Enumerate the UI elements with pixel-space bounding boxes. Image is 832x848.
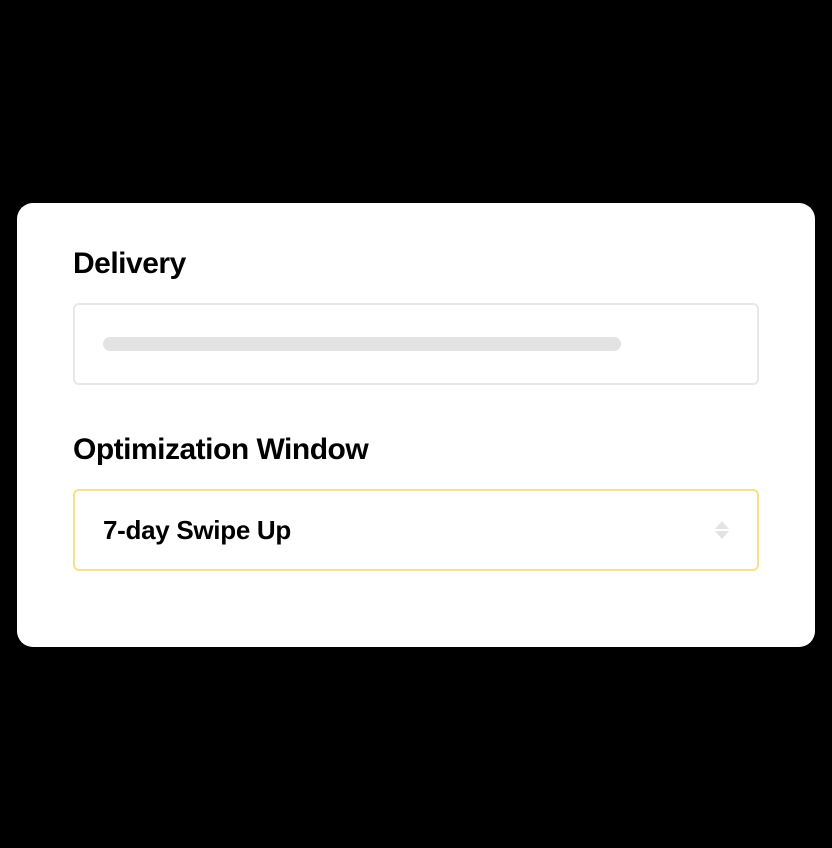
delivery-field[interactable]	[73, 303, 759, 385]
optimization-window-select[interactable]: 7-day Swipe Up	[73, 489, 759, 571]
delivery-label: Delivery	[73, 247, 759, 281]
optimization-window-label: Optimization Window	[73, 433, 759, 467]
settings-card: Delivery Optimization Window 7-day Swipe…	[17, 203, 815, 647]
select-stepper-icon	[715, 521, 729, 539]
optimization-window-value: 7-day Swipe Up	[103, 515, 291, 546]
placeholder-skeleton	[103, 337, 621, 351]
